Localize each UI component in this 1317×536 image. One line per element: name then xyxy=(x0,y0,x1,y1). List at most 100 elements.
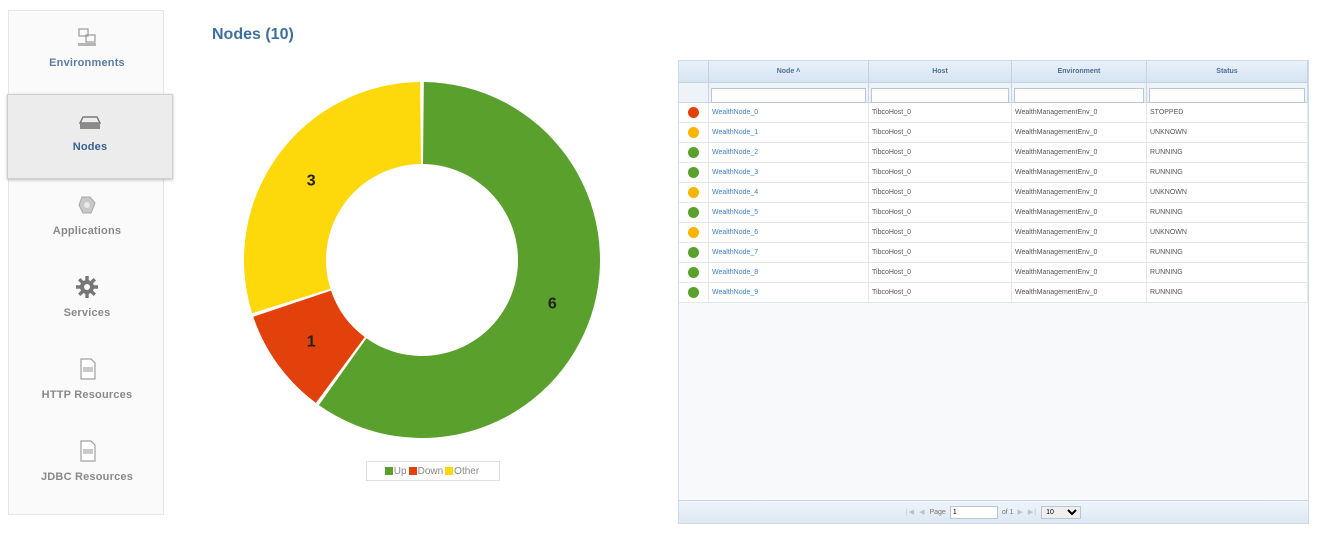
node-link[interactable]: WealthNode_5 xyxy=(709,203,869,222)
prev-page-icon[interactable]: ◀ xyxy=(919,508,925,516)
header-status[interactable]: Status xyxy=(1147,61,1308,82)
table-row[interactable]: WealthNode_7 TibcoHost_0 WealthManagementE… xyxy=(679,243,1308,263)
next-page-icon[interactable]: ▶ xyxy=(1018,508,1024,516)
environment-cell: WealthManagementEnv_0 xyxy=(1012,123,1147,142)
sidebar-item-label: JDBC Resources xyxy=(40,471,134,483)
status-cell: UNKNOWN xyxy=(1147,183,1308,202)
filter-state xyxy=(679,83,709,102)
status-cell: RUNNING xyxy=(1147,283,1308,302)
status-dot-icon xyxy=(688,127,699,138)
state-cell xyxy=(679,103,709,122)
table-row[interactable]: WealthNode_9 TibcoHost_0 WealthManagementE… xyxy=(679,283,1308,303)
slice-value-label: 1 xyxy=(307,334,316,351)
table-row[interactable]: WealthNode_6 TibcoHost_0 WealthManagementE… xyxy=(679,223,1308,243)
environment-cell: WealthManagementEnv_0 xyxy=(1012,183,1147,202)
table-row[interactable]: WealthNode_5 TibcoHost_0 WealthManagementE… xyxy=(679,203,1308,223)
status-dot-icon xyxy=(688,167,699,178)
filter-environment xyxy=(1012,83,1147,103)
node-link[interactable]: WealthNode_3 xyxy=(709,163,869,182)
last-page-icon[interactable]: ▶| xyxy=(1028,508,1037,516)
filter-row xyxy=(679,83,1308,103)
slice-value-label: 3 xyxy=(307,172,316,189)
sort-asc-icon: ˄ xyxy=(796,68,801,75)
first-page-icon[interactable]: |◀ xyxy=(906,508,915,516)
table-row[interactable]: WealthNode_1 TibcoHost_0 WealthManagementE… xyxy=(679,123,1308,143)
sidebar-item-label: Services xyxy=(63,307,111,319)
state-cell xyxy=(679,163,709,182)
chart-legend: Up Down Other xyxy=(366,461,500,481)
environment-filter-input[interactable] xyxy=(1014,88,1144,103)
sidebar-item-label: Nodes xyxy=(72,141,108,153)
sidebar-item-label: HTTP Resources xyxy=(41,389,133,401)
legend-label: Other xyxy=(454,465,480,477)
status-dot-icon xyxy=(688,227,699,238)
grid-body: WealthNode_0 TibcoHost_0 WealthManagementE… xyxy=(679,103,1308,303)
header-node[interactable]: Node ˄ xyxy=(709,61,869,82)
node-link[interactable]: WealthNode_8 xyxy=(709,263,869,282)
filter-host xyxy=(869,83,1012,103)
host-cell: TibcoHost_0 xyxy=(869,163,1012,182)
node-link[interactable]: WealthNode_7 xyxy=(709,243,869,262)
status-cell: RUNNING xyxy=(1147,143,1308,162)
rows-per-page-select[interactable]: 10 xyxy=(1041,505,1082,519)
sidebar-item-nodes[interactable]: Nodes xyxy=(7,94,173,179)
node-filter-input[interactable] xyxy=(711,88,866,103)
donut-slice-other[interactable] xyxy=(244,82,421,314)
host-cell: TibcoHost_0 xyxy=(869,183,1012,202)
environment-cell: WealthManagementEnv_0 xyxy=(1012,243,1147,262)
sidebar-item-jdbc-resources[interactable]: JDBC Resources xyxy=(9,437,165,519)
state-cell xyxy=(679,183,709,202)
status-cell: RUNNING xyxy=(1147,243,1308,262)
sidebar-item-services[interactable]: Services xyxy=(9,273,165,355)
slice-value-label: 6 xyxy=(548,295,557,312)
host-cell: TibcoHost_0 xyxy=(869,243,1012,262)
status-cell: UNKNOWN xyxy=(1147,123,1308,142)
status-dot-icon xyxy=(688,247,699,258)
nodes-icon xyxy=(78,116,102,129)
environment-cell: WealthManagementEnv_0 xyxy=(1012,203,1147,222)
table-row[interactable]: WealthNode_8 TibcoHost_0 WealthManagementE… xyxy=(679,263,1308,283)
grid-header: Node ˄ Host Environment Status xyxy=(679,61,1308,83)
legend-swatch xyxy=(408,466,417,475)
node-link[interactable]: WealthNode_4 xyxy=(709,183,869,202)
environment-cell: WealthManagementEnv_0 xyxy=(1012,223,1147,242)
page-label: Page xyxy=(929,508,946,516)
node-link[interactable]: WealthNode_6 xyxy=(709,223,869,242)
status-filter-input[interactable] xyxy=(1149,88,1305,103)
table-row[interactable]: WealthNode_4 TibcoHost_0 WealthManagementE… xyxy=(679,183,1308,203)
host-filter-input[interactable] xyxy=(871,88,1009,103)
page-number-input[interactable] xyxy=(949,505,998,519)
status-dot-icon xyxy=(688,287,699,298)
header-state xyxy=(679,61,709,82)
sidebar-item-environments[interactable]: Environments xyxy=(9,23,165,105)
node-link[interactable]: WealthNode_9 xyxy=(709,283,869,302)
filter-status xyxy=(1147,83,1308,103)
legend-item-down[interactable]: Down xyxy=(408,466,443,477)
legend-item-other[interactable]: Other xyxy=(445,466,479,477)
node-link[interactable]: WealthNode_0 xyxy=(709,103,869,122)
status-cell: RUNNING xyxy=(1147,263,1308,282)
table-row[interactable]: WealthNode_3 TibcoHost_0 WealthManagementE… xyxy=(679,163,1308,183)
sidebar-item-applications[interactable]: Applications xyxy=(9,191,165,273)
pager: |◀ ◀ Page of 1 ▶ ▶| 10 xyxy=(679,500,1308,523)
environment-cell: WealthManagementEnv_0 xyxy=(1012,263,1147,282)
node-link[interactable]: WealthNode_1 xyxy=(709,123,869,142)
host-cell: TibcoHost_0 xyxy=(869,103,1012,122)
status-donut-chart: 6 1 3 xyxy=(230,70,630,450)
sidebar-item-http-resources[interactable]: HTTP Resources xyxy=(9,355,165,437)
header-host[interactable]: Host xyxy=(869,61,1012,82)
table-row[interactable]: WealthNode_0 TibcoHost_0 WealthManagementE… xyxy=(679,103,1308,123)
state-cell xyxy=(679,123,709,142)
table-row[interactable]: WealthNode_2 TibcoHost_0 WealthManagementE… xyxy=(679,143,1308,163)
legend-swatch xyxy=(445,466,454,475)
environments-icon xyxy=(78,28,96,46)
header-environment[interactable]: Environment xyxy=(1012,61,1147,82)
status-dot-icon xyxy=(688,107,699,118)
node-link[interactable]: WealthNode_2 xyxy=(709,143,869,162)
nodes-grid: Node ˄ Host Environment Status WealthNod… xyxy=(678,60,1309,524)
legend-item-up[interactable]: Up xyxy=(384,466,407,477)
status-cell: RUNNING xyxy=(1147,163,1308,182)
state-cell xyxy=(679,243,709,262)
state-cell xyxy=(679,143,709,162)
gear-icon xyxy=(76,276,98,298)
